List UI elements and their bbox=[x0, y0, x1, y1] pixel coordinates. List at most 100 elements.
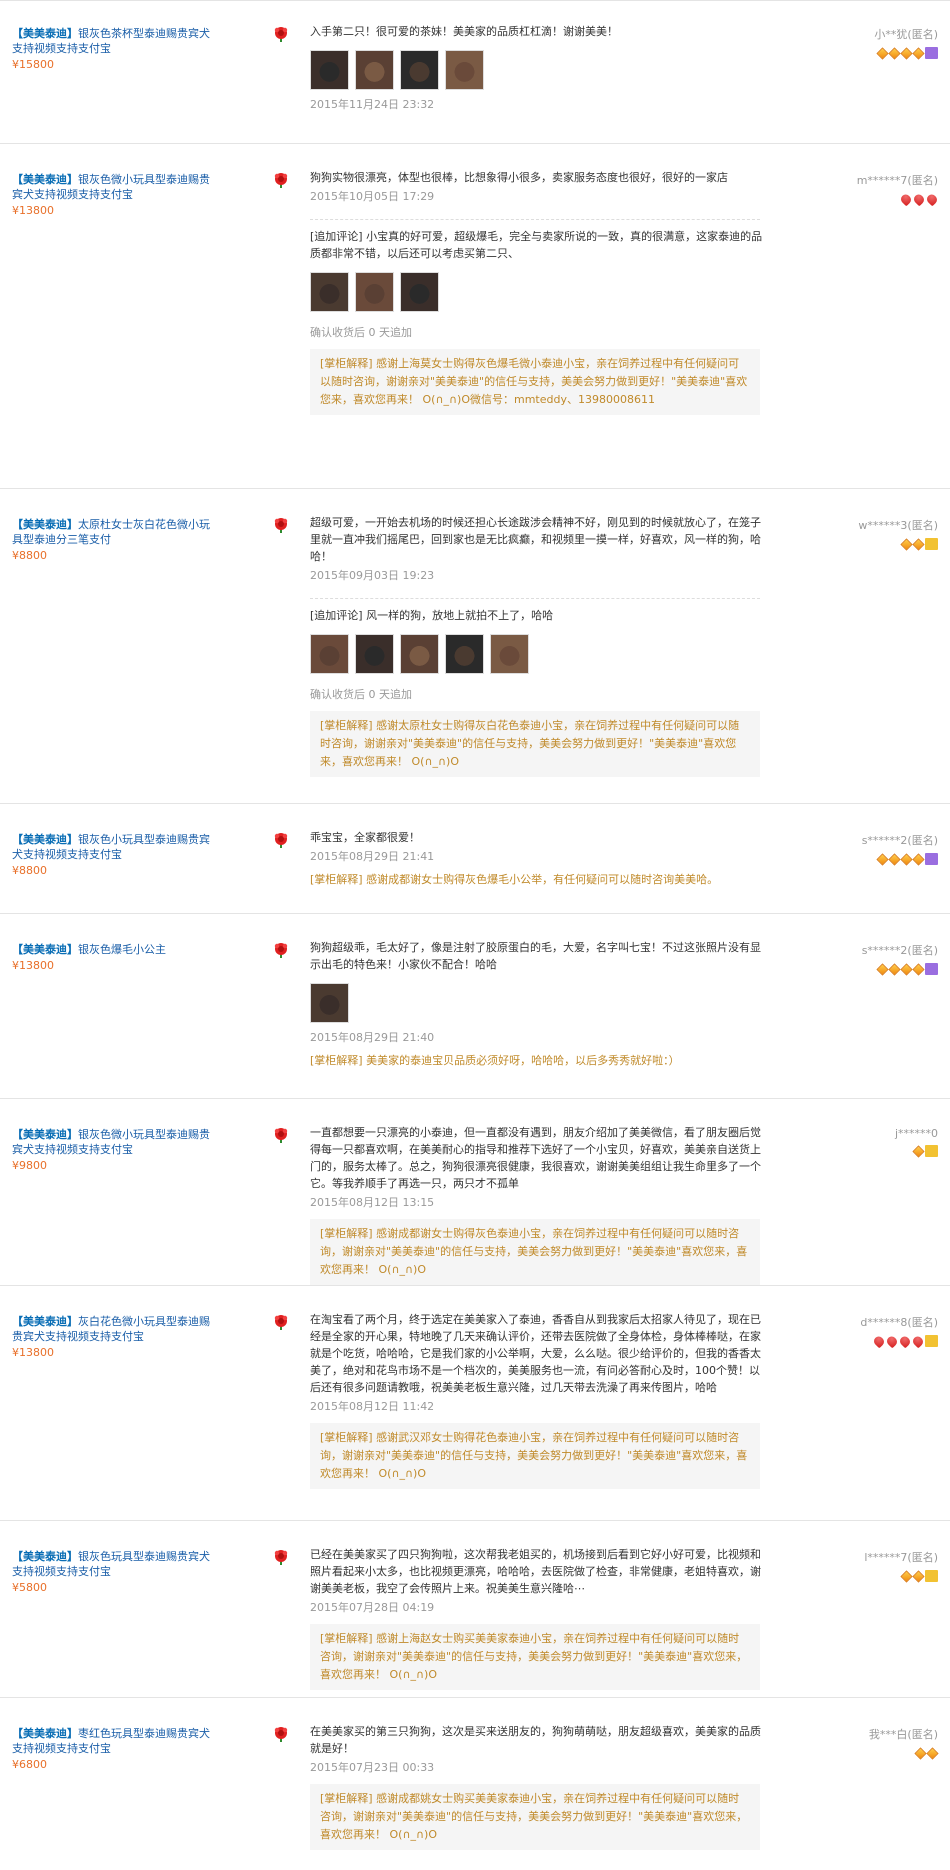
reviewer-name: d******8(匿名) bbox=[860, 1316, 938, 1329]
reviewer-info: 我***白(匿名) bbox=[788, 1726, 939, 1760]
review-photo[interactable] bbox=[355, 272, 394, 312]
review-row: 【美美泰迪】银灰色玩具型泰迪赐贵宾犬支持视频支持支付宝 ¥5800 已经在美美家买了… bbox=[0, 1521, 950, 1698]
rating-flower-icon bbox=[272, 1314, 290, 1330]
product-info: 【美美泰迪】银灰色茶杯型泰迪赐贵宾犬支持视频支持支付宝 ¥15800 bbox=[12, 26, 212, 72]
review-photo[interactable] bbox=[355, 634, 394, 674]
product-price: ¥13800 bbox=[12, 1346, 54, 1359]
shop-name[interactable]: 【美美泰迪】 bbox=[12, 833, 78, 846]
seller-reply: [掌柜解释] 感谢成都姚女士购买美美家泰迪小宝，亲在饲养过程中有任何疑问可以随时… bbox=[310, 1784, 760, 1850]
reviewer-info: m******7(匿名) bbox=[788, 172, 939, 206]
vip-y-icon bbox=[925, 1570, 938, 1582]
rating-flower-icon bbox=[272, 517, 290, 533]
credit-badges bbox=[788, 852, 938, 866]
review-photo[interactable] bbox=[490, 634, 529, 674]
followup-delay: 确认收货后 0 天追加 bbox=[310, 326, 412, 339]
product-info: 【美美泰迪】银灰色小玩具型泰迪赐贵宾犬支持视频支持支付宝 ¥8800 bbox=[12, 832, 212, 878]
credit-badges bbox=[788, 537, 938, 551]
review-photo[interactable] bbox=[445, 634, 484, 674]
product-price: ¥13800 bbox=[12, 204, 54, 217]
product-info: 【美美泰迪】银灰色微小玩具型泰迪赐贵宾犬支持视频支持支付宝 ¥9800 bbox=[12, 1127, 212, 1173]
reviewer-info: j******0 bbox=[788, 1127, 938, 1158]
review-photo[interactable] bbox=[400, 272, 439, 312]
product-link[interactable]: 【美美泰迪】银灰色爆毛小公主 bbox=[12, 943, 166, 956]
review-row: 【美美泰迪】银灰色小玩具型泰迪赐贵宾犬支持视频支持支付宝 ¥8800 乖宝宝，全家都… bbox=[0, 804, 950, 914]
diamond-icon bbox=[888, 962, 901, 976]
seller-reply: [掌柜解释] 感谢成都谢女士购得灰色爆毛小公举，有任何疑问可以随时咨询美美哈。 bbox=[310, 873, 719, 886]
shop-name[interactable]: 【美美泰迪】 bbox=[12, 173, 78, 186]
seller-reply: [掌柜解释] 感谢上海莫女士购得灰色爆毛微小泰迪小宝，亲在饲养过程中有任何疑问可… bbox=[310, 349, 760, 415]
rating-flower-icon bbox=[272, 1549, 290, 1565]
reviewer-name: s******2(匿名) bbox=[861, 944, 938, 957]
shop-name[interactable]: 【美美泰迪】 bbox=[12, 943, 78, 956]
credit-badges bbox=[788, 1144, 938, 1158]
review-row: 【美美泰迪】银灰色微小玩具型泰迪赐贵宾犬支持视频支持支付宝 ¥9800 一直都想要一… bbox=[0, 1099, 950, 1286]
review-date: 2015年08月29日 21:41 bbox=[310, 850, 435, 863]
shop-name[interactable]: 【美美泰迪】 bbox=[12, 1550, 78, 1563]
review-photo[interactable] bbox=[310, 272, 349, 312]
reviewer-info: w******3(匿名) bbox=[788, 517, 938, 551]
review-photo[interactable] bbox=[355, 50, 394, 90]
seller-reply: [掌柜解释] 感谢太原杜女士购得灰白花色泰迪小宝，亲在饲养过程中有任何疑问可以随… bbox=[310, 711, 760, 777]
product-link[interactable]: 【美美泰迪】银灰色玩具型泰迪赐贵宾犬支持视频支持支付宝 bbox=[12, 1550, 210, 1578]
diamond-icon bbox=[926, 1746, 939, 1760]
reviewer-name: l******7(匿名) bbox=[864, 1551, 938, 1564]
review-row: 【美美泰迪】灰白花色微小玩具型泰迪赐贵宾犬支持视频支持支付宝 ¥13800 在淘宝看… bbox=[0, 1286, 950, 1521]
product-link[interactable]: 【美美泰迪】银灰色小玩具型泰迪赐贵宾犬支持视频支持支付宝 bbox=[12, 833, 210, 861]
review-content: 超级可爱，一开始去机场的时候还担心长途跋涉会精神不好，刚见到的时候就放心了，在笼… bbox=[310, 514, 770, 777]
heart-icon bbox=[911, 1334, 925, 1348]
heart-icon bbox=[912, 192, 926, 206]
review-photo[interactable] bbox=[310, 983, 349, 1023]
product-link[interactable]: 【美美泰迪】枣红色玩具型泰迪赐贵宾犬支持视频支持支付宝 bbox=[12, 1727, 210, 1755]
credit-badges bbox=[788, 962, 938, 976]
product-price: ¥15800 bbox=[12, 58, 54, 71]
divider bbox=[310, 598, 760, 599]
review-photo[interactable] bbox=[400, 634, 439, 674]
review-photo[interactable] bbox=[310, 50, 349, 90]
product-title[interactable]: 银灰色爆毛小公主 bbox=[78, 943, 166, 956]
review-content: 在淘宝看了两个月，终于选定在美美家入了泰迪，香香自从到我家后太招家人待见了，现在… bbox=[310, 1311, 770, 1489]
reviewer-name: 我***白(匿名) bbox=[868, 1728, 938, 1741]
review-date: 2015年08月12日 13:15 bbox=[310, 1196, 435, 1209]
review-photo[interactable] bbox=[445, 50, 484, 90]
diamond-icon bbox=[900, 1569, 913, 1583]
shop-name[interactable]: 【美美泰迪】 bbox=[12, 27, 78, 40]
diamond-icon bbox=[876, 46, 889, 60]
review-text: 一直都想要一只漂亮的小泰迪，但一直都没有遇到，朋友介绍加了美美微信，看了朋友圈后… bbox=[310, 1126, 761, 1190]
review-photo[interactable] bbox=[310, 634, 349, 674]
shop-name[interactable]: 【美美泰迪】 bbox=[12, 1128, 78, 1141]
seller-reply: [掌柜解释] 感谢武汉邓女士购得花色泰迪小宝，亲在饲养过程中有任何疑问可以随时咨… bbox=[310, 1423, 760, 1489]
product-info: 【美美泰迪】银灰色玩具型泰迪赐贵宾犬支持视频支持支付宝 ¥5800 bbox=[12, 1549, 212, 1595]
review-content: 在美美家买的第三只狗狗，这次是买来送朋友的，狗狗萌萌哒，朋友超级喜欢，美美家的品… bbox=[310, 1723, 770, 1850]
review-text: 超级可爱，一开始去机场的时候还担心长途跋涉会精神不好，刚见到的时候就放心了，在笼… bbox=[310, 516, 761, 563]
diamond-icon bbox=[876, 852, 889, 866]
review-text: 在美美家买的第三只狗狗，这次是买来送朋友的，狗狗萌萌哒，朋友超级喜欢，美美家的品… bbox=[310, 1725, 761, 1755]
reviewer-info: d******8(匿名) bbox=[788, 1314, 938, 1348]
rating-flower-icon bbox=[272, 1127, 290, 1143]
vip-icon bbox=[925, 963, 938, 975]
product-info: 【美美泰迪】灰白花色微小玩具型泰迪赐贵宾犬支持视频支持支付宝 ¥13800 bbox=[12, 1314, 212, 1360]
diamond-icon bbox=[914, 1746, 927, 1760]
diamond-icon bbox=[912, 1569, 925, 1583]
diamond-icon bbox=[912, 962, 925, 976]
product-link[interactable]: 【美美泰迪】银灰色茶杯型泰迪赐贵宾犬支持视频支持支付宝 bbox=[12, 27, 210, 55]
review-text: 在淘宝看了两个月，终于选定在美美家入了泰迪，香香自从到我家后太招家人待见了，现在… bbox=[310, 1313, 761, 1394]
followup-text: [追加评论] 小宝真的好可爱，超级爆毛，完全与卖家所说的一致，真的很满意，这家泰… bbox=[310, 230, 763, 260]
reviewer-name: 小**犹(匿名) bbox=[874, 28, 938, 41]
shop-name[interactable]: 【美美泰迪】 bbox=[12, 1315, 78, 1328]
shop-name[interactable]: 【美美泰迪】 bbox=[12, 518, 78, 531]
product-link[interactable]: 【美美泰迪】太原杜女士灰白花色微小玩具型泰迪分三笔支付 bbox=[12, 518, 210, 546]
seller-reply: [掌柜解释] 感谢上海赵女士购买美美家泰迪小宝，亲在饲养过程中有任何疑问可以随时… bbox=[310, 1624, 760, 1690]
heart-icon bbox=[925, 192, 939, 206]
shop-name[interactable]: 【美美泰迪】 bbox=[12, 1727, 78, 1740]
product-link[interactable]: 【美美泰迪】银灰色微小玩具型泰迪赐贵宾犬支持视频支持支付宝 bbox=[12, 1128, 210, 1156]
review-content: 一直都想要一只漂亮的小泰迪，但一直都没有遇到，朋友介绍加了美美微信，看了朋友圈后… bbox=[310, 1124, 770, 1285]
product-link[interactable]: 【美美泰迪】银灰色微小玩具型泰迪赐贵宾犬支持视频支持支付宝 bbox=[12, 173, 210, 201]
review-row: 【美美泰迪】银灰色爆毛小公主 ¥13800 狗狗超级乖，毛太好了，像是注射了胶原蛋白… bbox=[0, 914, 950, 1099]
diamond-icon bbox=[900, 852, 913, 866]
review-photo[interactable] bbox=[400, 50, 439, 90]
vip-y-icon bbox=[925, 1145, 938, 1157]
review-row: 【美美泰迪】银灰色茶杯型泰迪赐贵宾犬支持视频支持支付宝 ¥15800 入手第二只！很… bbox=[0, 1, 950, 144]
credit-badges bbox=[788, 1334, 938, 1348]
diamond-icon bbox=[900, 46, 913, 60]
product-link[interactable]: 【美美泰迪】灰白花色微小玩具型泰迪赐贵宾犬支持视频支持支付宝 bbox=[12, 1315, 210, 1343]
